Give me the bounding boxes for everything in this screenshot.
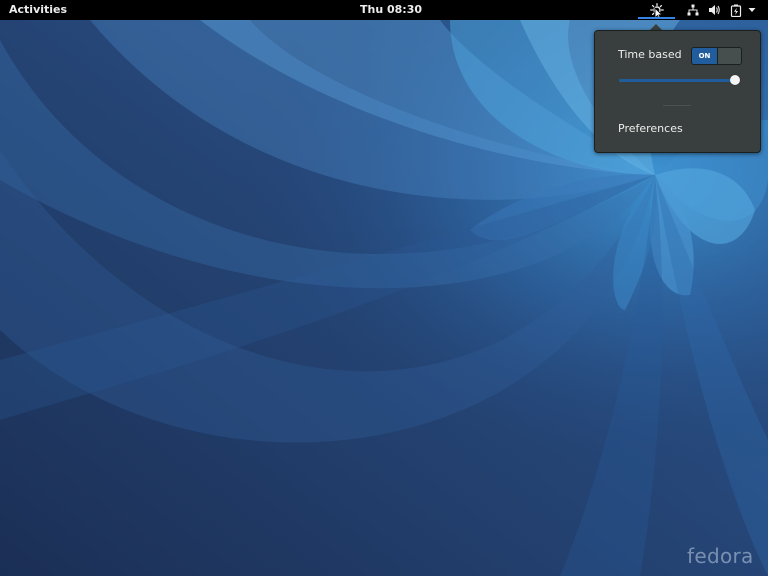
activities-button[interactable]: Activities	[9, 3, 67, 17]
volume-indicator[interactable]	[707, 3, 721, 17]
time-based-label: Time based	[618, 48, 682, 61]
toggle-on-label: ON	[692, 48, 717, 64]
battery-indicator[interactable]	[729, 3, 743, 17]
menu-separator	[663, 105, 691, 106]
network-indicator[interactable]	[686, 3, 700, 17]
time-based-toggle[interactable]: ON	[691, 47, 742, 65]
preferences-menu-item[interactable]: Preferences	[618, 122, 683, 136]
toggle-knob	[717, 48, 741, 64]
temperature-slider[interactable]	[619, 79, 735, 82]
network-wired-icon	[687, 4, 699, 16]
active-indicator-underline	[638, 17, 675, 19]
system-menu-button[interactable]	[746, 3, 758, 17]
fedora-logo: fedora	[687, 544, 754, 568]
battery-icon	[730, 4, 742, 17]
top-bar: Activities Thu 08:30	[0, 0, 768, 20]
slider-handle[interactable]	[730, 75, 740, 85]
volume-icon	[708, 5, 720, 15]
desktop-screen: Activities Thu 08:30 Time based ON Prefe…	[0, 0, 768, 576]
system-menu-arrow-icon	[748, 8, 756, 12]
clock-button[interactable]: Thu 08:30	[360, 3, 422, 17]
night-light-popover: Time based ON Preferences	[594, 30, 761, 153]
